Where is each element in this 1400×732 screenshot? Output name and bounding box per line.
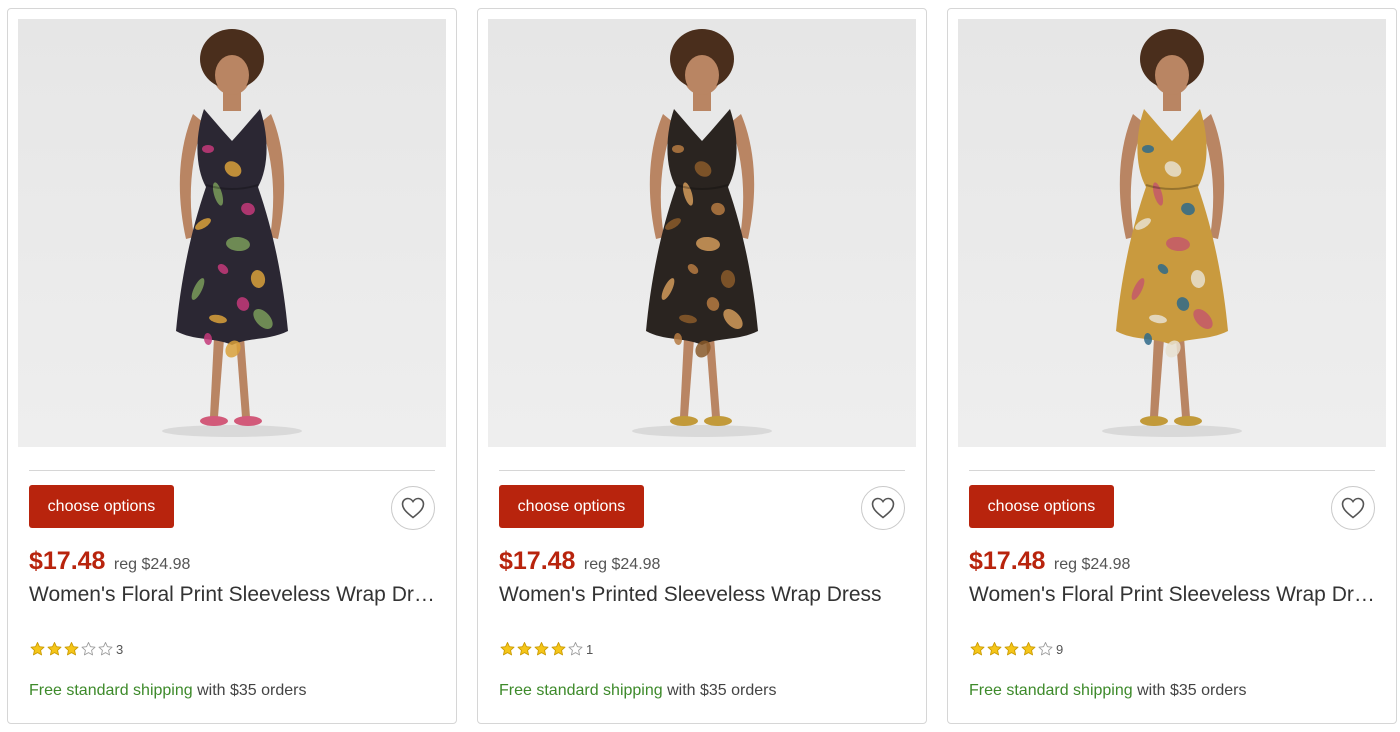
product-rating[interactable]: 9 xyxy=(969,641,1063,657)
star-filled-icon xyxy=(1004,642,1019,656)
price-row: $17.48 reg $24.98 xyxy=(969,547,1130,577)
heart-outline-icon xyxy=(401,497,425,519)
dress-model-photo xyxy=(162,29,302,437)
favorite-button[interactable] xyxy=(861,486,905,530)
free-shipping-link[interactable]: Free standard shipping xyxy=(969,682,1133,699)
star-filled-icon xyxy=(534,642,549,656)
dress-model-photo xyxy=(632,29,772,437)
regular-price: reg $24.98 xyxy=(583,556,661,573)
star-outline-icon xyxy=(568,642,583,656)
rating-count: 3 xyxy=(116,641,124,657)
product-card: choose options $17.48 reg $24.98 Women's… xyxy=(7,8,457,724)
product-grid: choose options $17.48 reg $24.98 Women's… xyxy=(0,0,1400,732)
heart-outline-icon xyxy=(871,497,895,519)
star-outline-icon xyxy=(1038,642,1053,656)
rating-stars xyxy=(29,641,114,657)
shipping-condition: with $35 orders xyxy=(192,682,307,699)
favorite-button[interactable] xyxy=(1331,486,1375,530)
product-image[interactable] xyxy=(958,19,1386,447)
regular-price: reg $24.98 xyxy=(113,556,191,573)
price-row: $17.48 reg $24.98 xyxy=(499,547,660,577)
product-card: choose options $17.48 reg $24.98 Women's… xyxy=(947,8,1397,724)
shipping-condition: with $35 orders xyxy=(662,682,777,699)
shipping-info: Free standard shipping with $35 orders xyxy=(969,682,1247,700)
rating-stars xyxy=(499,641,584,657)
price-row: $17.48 reg $24.98 xyxy=(29,547,190,577)
star-filled-icon xyxy=(551,642,566,656)
free-shipping-link[interactable]: Free standard shipping xyxy=(499,682,663,699)
star-filled-icon xyxy=(64,642,79,656)
heart-outline-icon xyxy=(1341,497,1365,519)
star-filled-icon xyxy=(987,642,1002,656)
shipping-condition: with $35 orders xyxy=(1132,682,1247,699)
star-filled-icon xyxy=(970,642,985,656)
product-title-link[interactable]: Women's Floral Print Sleeveless Wrap Dre… xyxy=(969,583,1375,613)
rating-count: 1 xyxy=(586,641,594,657)
product-image[interactable] xyxy=(488,19,916,447)
regular-price: reg $24.98 xyxy=(1053,556,1131,573)
sale-price: $17.48 xyxy=(499,547,576,575)
shipping-info: Free standard shipping with $35 orders xyxy=(499,682,777,700)
choose-options-button[interactable]: choose options xyxy=(969,485,1114,528)
star-filled-icon xyxy=(517,642,532,656)
product-image[interactable] xyxy=(18,19,446,447)
product-card: choose options $17.48 reg $24.98 Women's… xyxy=(477,8,927,724)
star-filled-icon xyxy=(1021,642,1036,656)
dress-model-photo xyxy=(1102,29,1242,437)
card-divider xyxy=(969,470,1375,471)
product-rating[interactable]: 3 xyxy=(29,641,123,657)
sale-price: $17.48 xyxy=(29,547,106,575)
star-filled-icon xyxy=(47,642,62,656)
product-rating[interactable]: 1 xyxy=(499,641,593,657)
rating-stars xyxy=(969,641,1054,657)
favorite-button[interactable] xyxy=(391,486,435,530)
product-title-link[interactable]: Women's Floral Print Sleeveless Wrap Dre… xyxy=(29,583,435,613)
star-filled-icon xyxy=(500,642,515,656)
free-shipping-link[interactable]: Free standard shipping xyxy=(29,682,193,699)
sale-price: $17.48 xyxy=(969,547,1046,575)
star-filled-icon xyxy=(30,642,45,656)
card-divider xyxy=(29,470,435,471)
choose-options-button[interactable]: choose options xyxy=(29,485,174,528)
product-title-link[interactable]: Women's Printed Sleeveless Wrap Dress xyxy=(499,583,905,613)
star-outline-icon xyxy=(81,642,96,656)
star-outline-icon xyxy=(98,642,113,656)
card-divider xyxy=(499,470,905,471)
rating-count: 9 xyxy=(1056,641,1064,657)
shipping-info: Free standard shipping with $35 orders xyxy=(29,682,307,700)
choose-options-button[interactable]: choose options xyxy=(499,485,644,528)
